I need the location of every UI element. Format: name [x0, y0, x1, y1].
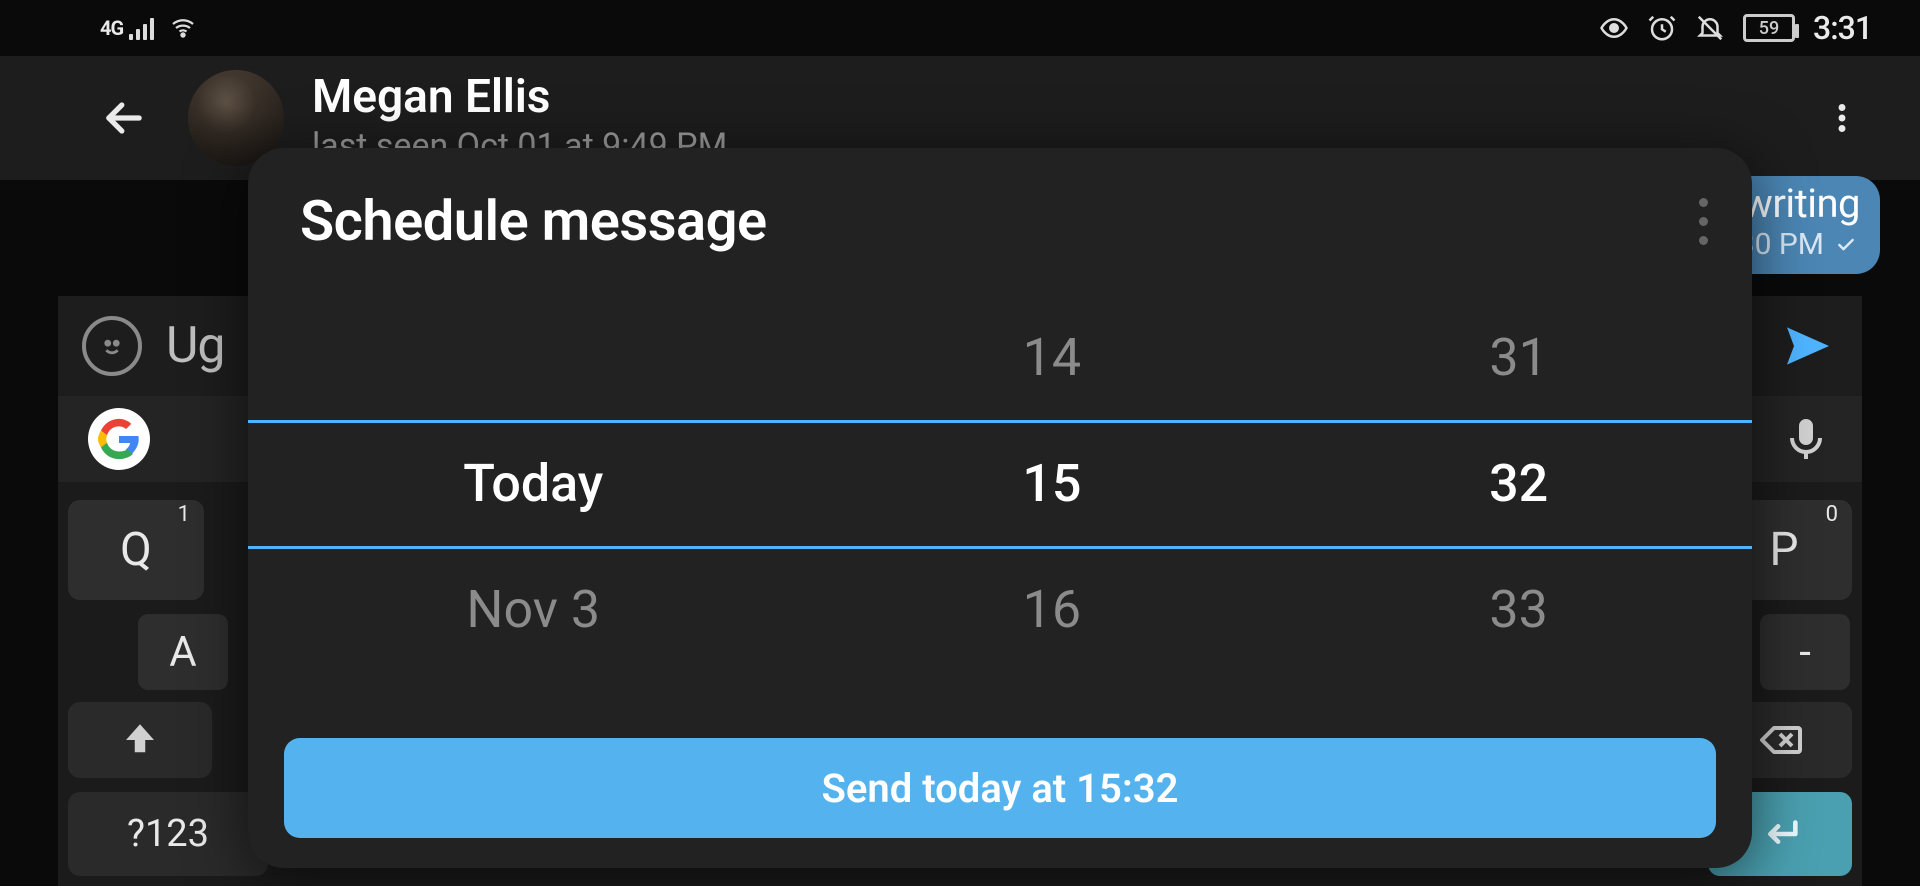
picker-hour-column[interactable]: 14 15 16	[818, 294, 1285, 674]
key-a[interactable]: A	[138, 614, 228, 690]
emoji-button[interactable]	[82, 316, 142, 376]
schedule-send-label: Send today at 15:32	[821, 765, 1178, 812]
status-clock: 3:31	[1813, 9, 1872, 47]
picker-hour-next[interactable]: 16	[818, 546, 1285, 672]
compose-text[interactable]: Ug	[166, 317, 225, 375]
picker-day-sel[interactable]: Today	[248, 420, 818, 546]
picker-day-prev[interactable]	[248, 294, 818, 420]
picker-day-next[interactable]: Nov 3	[248, 546, 818, 672]
datetime-picker: Today Nov 3 14 15 16 31 32 33	[248, 294, 1752, 674]
picker-min-next[interactable]: 33	[1285, 546, 1752, 672]
picker-day-column[interactable]: Today Nov 3	[248, 294, 818, 674]
alarm-icon	[1647, 13, 1677, 43]
notifications-off-icon	[1695, 13, 1725, 43]
dialog-title: Schedule message	[300, 188, 767, 254]
picker-min-prev[interactable]: 31	[1285, 294, 1752, 420]
back-button[interactable]	[84, 78, 164, 158]
network-4g-indicator: 4G	[100, 16, 154, 40]
picker-hour-sel[interactable]: 15	[818, 420, 1285, 546]
visibility-icon	[1599, 13, 1629, 43]
key-dash[interactable]: -	[1760, 614, 1850, 690]
key-shift[interactable]	[68, 702, 212, 778]
key-symbols[interactable]: ?123	[68, 792, 268, 876]
dialog-more-button[interactable]	[1699, 198, 1708, 245]
battery-indicator: 59	[1743, 14, 1795, 42]
picker-minute-column[interactable]: 31 32 33	[1285, 294, 1752, 674]
schedule-send-button[interactable]: Send today at 15:32	[284, 738, 1716, 838]
keyboard-mic-button[interactable]	[1782, 415, 1830, 463]
chat-more-button[interactable]	[1812, 88, 1872, 148]
picker-hour-prev[interactable]: 14	[818, 294, 1285, 420]
key-q[interactable]: Q1	[68, 500, 204, 600]
delivered-check-icon	[1832, 235, 1860, 255]
wifi-icon	[168, 16, 198, 40]
contact-name: Megan Ellis	[312, 70, 727, 124]
android-status-bar: 4G	[0, 0, 1920, 56]
schedule-message-dialog: Schedule message Today Nov 3 14 15 16 31…	[248, 148, 1752, 868]
send-button[interactable]	[1780, 318, 1836, 374]
picker-min-sel[interactable]: 32	[1285, 420, 1752, 546]
google-assistant-button[interactable]	[88, 408, 150, 470]
